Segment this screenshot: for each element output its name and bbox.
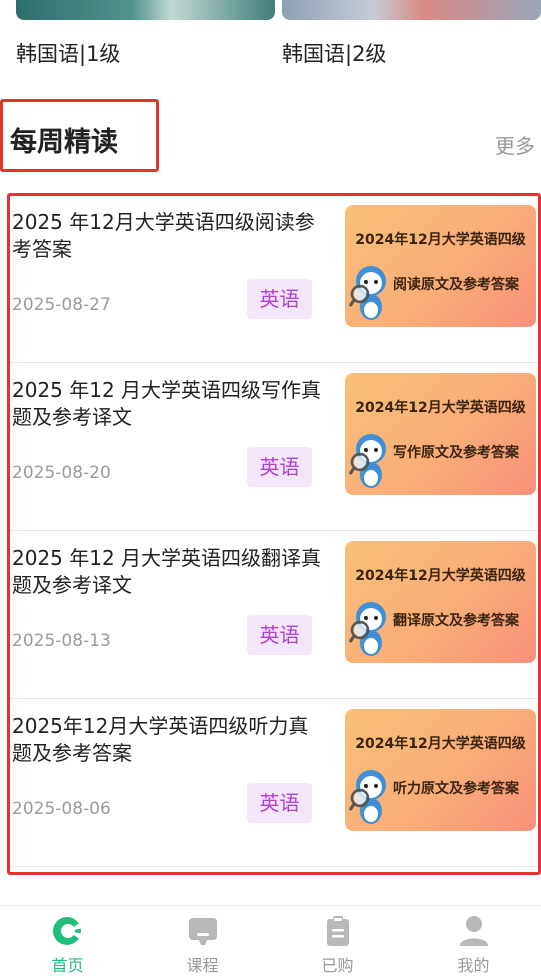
article-title: 2025 年12月大学英语四级阅读参考答案 bbox=[12, 210, 315, 261]
cover-subtitle: 听力原文及参考答案 bbox=[393, 781, 519, 797]
article-cover: 2024年12月大学英语四级 听力原文及参考答案 bbox=[345, 709, 536, 831]
nav-profile[interactable]: 我的 bbox=[406, 906, 541, 976]
article-item[interactable]: 2025 年12 月大学英语四级写作真题及参考译文 2025-08-20 英语 … bbox=[10, 363, 538, 531]
home-icon bbox=[52, 917, 84, 945]
clipboard-icon bbox=[326, 916, 349, 946]
course-thumbnail[interactable] bbox=[282, 0, 541, 20]
cover-subtitle: 翻译原文及参考答案 bbox=[393, 613, 519, 629]
cover-subtitle: 写作原文及参考答案 bbox=[393, 445, 519, 461]
article-date: 2025-08-27 bbox=[12, 295, 111, 315]
article-tag: 英语 bbox=[247, 447, 312, 487]
article-tag: 英语 bbox=[247, 783, 312, 823]
article-title: 2025 年12 月大学英语四级翻译真题及参考译文 bbox=[12, 546, 322, 597]
course-icon bbox=[188, 918, 217, 945]
nav-profile-label: 我的 bbox=[457, 956, 490, 975]
mascot-icon bbox=[349, 770, 386, 824]
bottom-nav: 首页 课程 已购 我的 bbox=[0, 905, 541, 976]
nav-course-label: 课程 bbox=[186, 956, 219, 975]
nav-home[interactable]: 首页 bbox=[0, 906, 135, 976]
article-cover: 2024年12月大学英语四级 阅读原文及参考答案 bbox=[345, 205, 536, 327]
article-date: 2025-08-20 bbox=[12, 463, 111, 483]
more-link[interactable]: 更多 bbox=[495, 130, 535, 159]
article-date: 2025-08-06 bbox=[12, 799, 111, 819]
nav-course[interactable]: 课程 bbox=[135, 906, 270, 976]
mascot-icon bbox=[349, 266, 386, 320]
divider bbox=[10, 866, 538, 867]
article-cover: 2024年12月大学英语四级 写作原文及参考答案 bbox=[345, 373, 536, 495]
nav-purchased-label: 已购 bbox=[321, 956, 354, 975]
course-title[interactable]: 韩国语|1级 bbox=[16, 38, 120, 68]
article-item[interactable]: 2025年12月大学英语四级听力真题及参考答案 2025-08-06 英语 20… bbox=[10, 699, 538, 867]
cover-title: 2024年12月大学英语四级 bbox=[355, 232, 526, 248]
cover-subtitle: 阅读原文及参考答案 bbox=[393, 277, 519, 293]
article-tag: 英语 bbox=[247, 279, 312, 319]
article-title: 2025 年12 月大学英语四级写作真题及参考译文 bbox=[12, 378, 322, 429]
course-thumbnail[interactable] bbox=[16, 0, 275, 20]
user-icon bbox=[459, 916, 488, 946]
cover-title: 2024年12月大学英语四级 bbox=[355, 568, 526, 584]
article-title: 2025年12月大学英语四级听力真题及参考答案 bbox=[12, 714, 309, 765]
article-cover: 2024年12月大学英语四级 翻译原文及参考答案 bbox=[345, 541, 536, 663]
article-item[interactable]: 2025 年12月大学英语四级阅读参考答案 2025-08-27 英语 2024… bbox=[10, 195, 538, 363]
section-title: 每周精读 bbox=[10, 127, 118, 158]
cover-title: 2024年12月大学英语四级 bbox=[355, 400, 526, 416]
article-tag: 英语 bbox=[247, 615, 312, 655]
cover-title: 2024年12月大学英语四级 bbox=[355, 736, 526, 752]
course-title[interactable]: 韩国语|2级 bbox=[282, 38, 386, 68]
article-item[interactable]: 2025 年12 月大学英语四级翻译真题及参考译文 2025-08-13 英语 … bbox=[10, 531, 538, 699]
nav-purchased[interactable]: 已购 bbox=[270, 906, 405, 976]
mascot-icon bbox=[349, 602, 386, 656]
article-date: 2025-08-13 bbox=[12, 631, 111, 651]
nav-home-label: 首页 bbox=[51, 956, 84, 975]
mascot-icon bbox=[349, 434, 386, 488]
